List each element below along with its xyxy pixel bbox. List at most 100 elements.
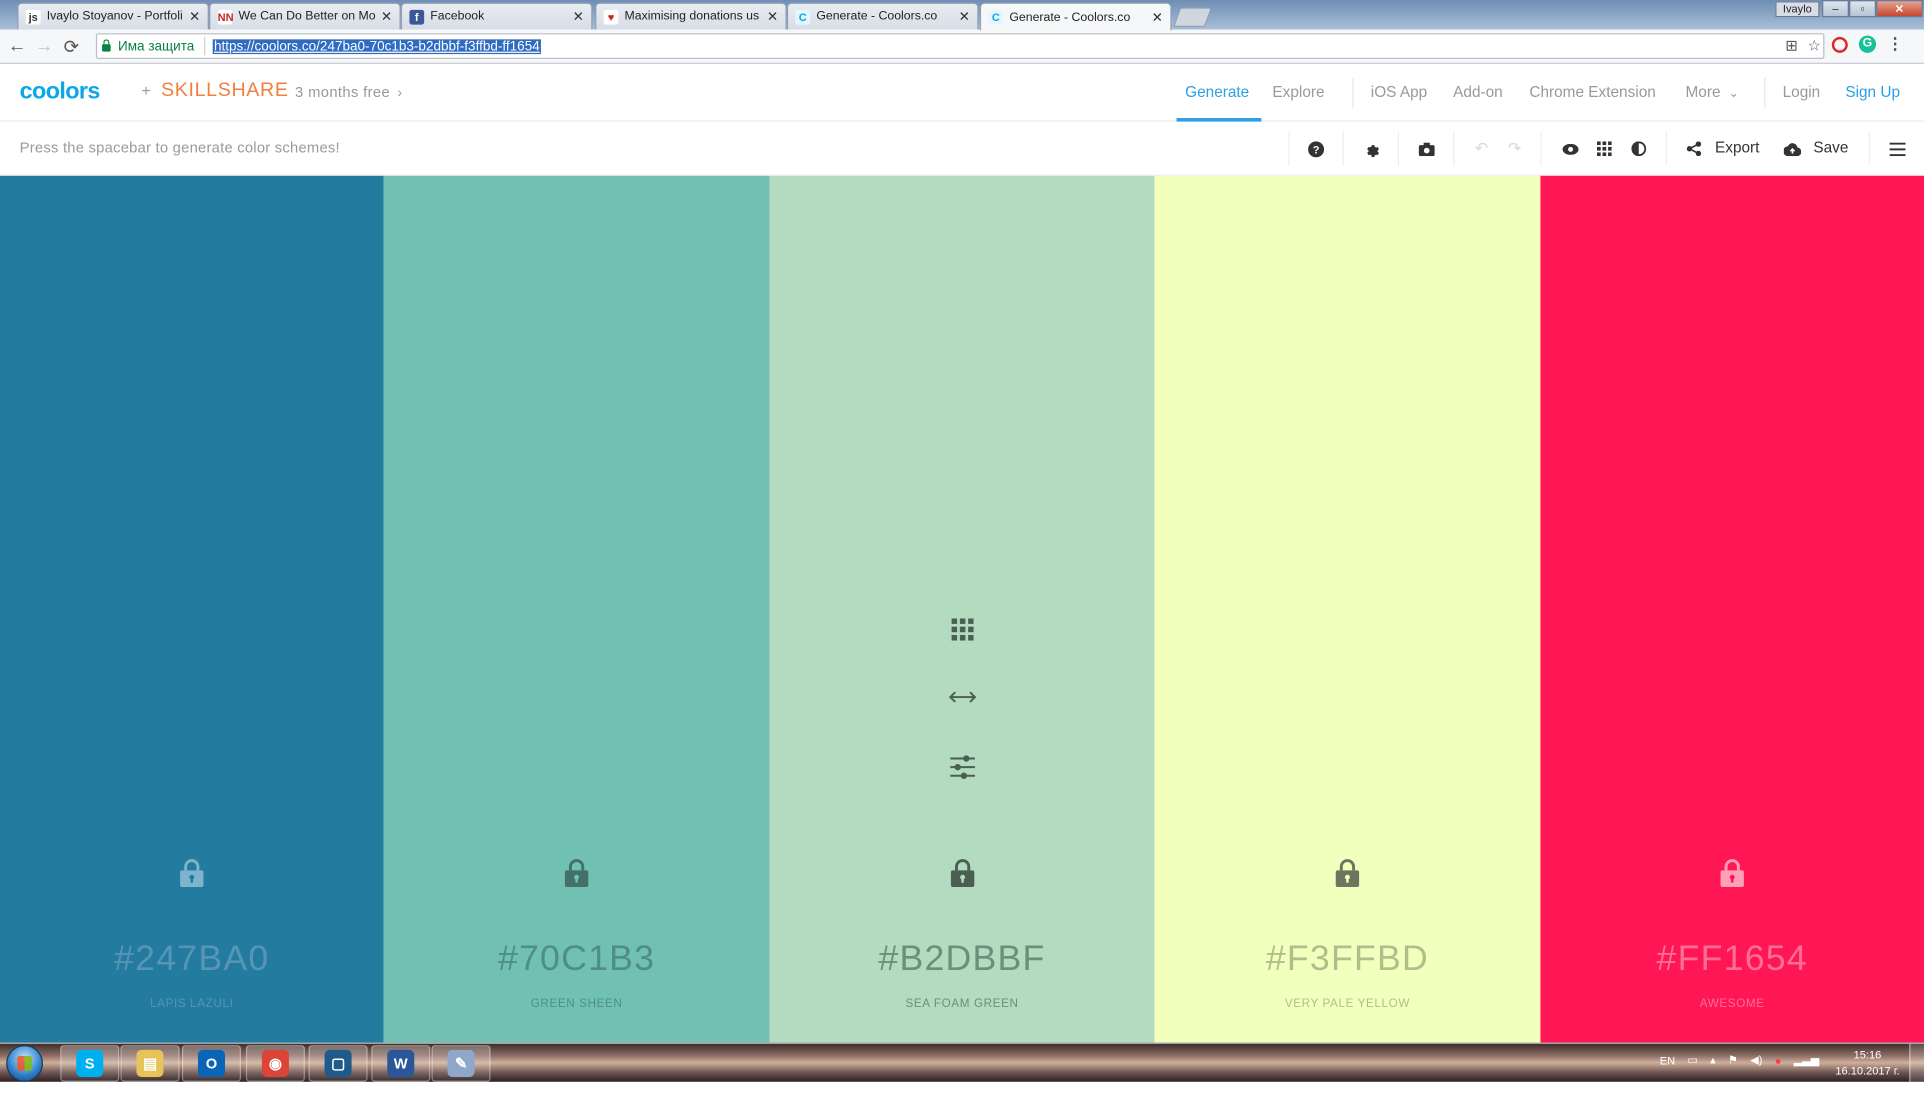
hex-code[interactable]: #70C1B3 xyxy=(384,939,770,980)
close-tab-icon[interactable]: ✕ xyxy=(573,9,584,25)
help-icon[interactable]: ? xyxy=(1306,139,1326,159)
export-button[interactable]: Export xyxy=(1715,139,1759,156)
color-column[interactable]: #247BA0 LAPIS LAZULI xyxy=(0,175,384,1043)
show-desktop-button[interactable] xyxy=(1909,1043,1924,1082)
browser-tab[interactable]: f Facebook ✕ xyxy=(400,2,593,30)
volume-icon[interactable]: ◀) xyxy=(1750,1054,1762,1068)
drag-arrows-icon[interactable] xyxy=(947,690,977,705)
hex-code[interactable]: #247BA0 xyxy=(0,939,384,980)
hex-code[interactable]: #F3FFBD xyxy=(1154,939,1540,980)
camera-icon[interactable] xyxy=(1416,139,1436,159)
close-tab-icon[interactable]: ✕ xyxy=(189,9,200,25)
spacebar-hint: Press the spacebar to generate color sch… xyxy=(19,138,340,157)
grammarly-extension-icon[interactable]: G xyxy=(1858,35,1877,53)
lock-icon[interactable] xyxy=(950,858,975,888)
opera-extension-icon[interactable] xyxy=(1831,36,1848,53)
lock-icon[interactable] xyxy=(1720,858,1745,888)
nav-explore[interactable]: Explore xyxy=(1272,84,1324,101)
share-icon[interactable] xyxy=(1684,139,1704,159)
toolbar-divider xyxy=(1453,131,1455,166)
address-bar[interactable]: Има защита https://coolors.co/247ba0-70c… xyxy=(95,33,1825,60)
antivirus-icon[interactable]: ● xyxy=(1775,1054,1782,1066)
window-controls: – ▫ ✕ xyxy=(1821,0,1923,18)
taskbar-app-button[interactable]: O xyxy=(181,1044,241,1082)
minimize-button[interactable]: – xyxy=(1821,0,1850,18)
maximize-button[interactable]: ▫ xyxy=(1849,0,1877,18)
lock-icon[interactable] xyxy=(1335,858,1360,888)
cloud-upload-icon[interactable] xyxy=(1783,139,1803,159)
color-column[interactable]: #B2DBBF SEA FOAM GREEN xyxy=(769,175,1155,1043)
language-indicator[interactable]: EN xyxy=(1660,1054,1675,1066)
nav-sign-up[interactable]: Sign Up xyxy=(1845,84,1900,101)
hamburger-menu-icon[interactable] xyxy=(1887,139,1907,159)
keyboard-icon[interactable]: ▭ xyxy=(1687,1054,1697,1068)
toolbar-divider xyxy=(1342,131,1344,166)
bookmark-star-icon[interactable]: ☆ xyxy=(1808,37,1821,54)
nn-icon: NN xyxy=(217,9,234,24)
browser-tab[interactable]: NN We Can Do Better on Mo ✕ xyxy=(208,2,401,30)
browser-tab[interactable]: js Ivaylo Stoyanov - Portfoli ✕ xyxy=(17,2,209,30)
close-window-button[interactable]: ✕ xyxy=(1876,0,1923,18)
color-column[interactable]: #70C1B3 GREEN SHEEN xyxy=(383,175,770,1043)
profile-button[interactable]: Ivaylo xyxy=(1775,1,1820,18)
color-name: AWESOME xyxy=(1699,997,1765,1011)
url-text[interactable]: https://coolors.co/247ba0-70c1b3-b2dbbf-… xyxy=(212,38,541,54)
hex-code[interactable]: #B2DBBF xyxy=(770,939,1155,980)
lock-icon[interactable] xyxy=(179,858,204,888)
action-center-flag-icon[interactable]: ⚑ xyxy=(1728,1054,1738,1068)
nav-more[interactable]: More ⌄ xyxy=(1686,84,1739,101)
adjust-sliders-icon[interactable] xyxy=(948,754,975,781)
browser-tab[interactable]: C Generate - Coolors.co ✕ xyxy=(786,2,979,30)
close-tab-icon[interactable]: ✕ xyxy=(959,9,970,25)
promo-link[interactable]: 3 months free › xyxy=(295,84,402,101)
grid-view-icon[interactable] xyxy=(1595,139,1615,159)
undo-icon[interactable]: ↶ xyxy=(1472,139,1492,159)
browser-tab[interactable]: C Generate - Coolors.co ✕ xyxy=(979,2,1172,31)
nav-add-on[interactable]: Add-on xyxy=(1453,84,1503,101)
nav-chrome-extension[interactable]: Chrome Extension xyxy=(1529,84,1655,101)
tab-title: Maximising donations us xyxy=(624,9,760,24)
lock-icon[interactable] xyxy=(564,858,589,888)
color-column[interactable]: #FF1654 AWESOME xyxy=(1540,175,1924,1043)
close-tab-icon[interactable]: ✕ xyxy=(1152,9,1163,25)
chrome-menu-icon[interactable]: ⋮ xyxy=(1887,34,1903,54)
taskbar-app-button[interactable]: ▤ xyxy=(120,1044,180,1082)
save-button[interactable]: Save xyxy=(1813,139,1848,156)
network-signal-icon[interactable]: ▂▃▅ xyxy=(1794,1054,1820,1068)
redo-icon[interactable]: ↷ xyxy=(1505,139,1525,159)
settings-gear-icon[interactable] xyxy=(1361,139,1381,159)
reload-button[interactable]: ⟳ xyxy=(58,33,85,60)
chevron-down-icon: ⌄ xyxy=(1728,87,1739,101)
translate-icon[interactable]: ⊞ xyxy=(1785,37,1797,54)
shades-grid-icon[interactable] xyxy=(950,618,974,641)
color-column[interactable]: #F3FFBD VERY PALE YELLOW xyxy=(1154,175,1541,1043)
back-button[interactable]: ← xyxy=(4,33,31,60)
adjust-palette-icon[interactable] xyxy=(1629,139,1649,159)
nav-generate[interactable]: Generate xyxy=(1185,84,1249,101)
taskbar-clock[interactable]: 15:16 16.10.2017 г. xyxy=(1829,1047,1905,1079)
new-tab-button[interactable] xyxy=(1172,7,1213,28)
taskbar-app-button[interactable]: W xyxy=(371,1044,431,1082)
taskbar-app-button[interactable]: ✎ xyxy=(431,1044,491,1082)
tray-expand-icon[interactable]: ▴ xyxy=(1710,1054,1716,1068)
nav-login[interactable]: Login xyxy=(1783,84,1821,101)
promo-text: 3 months free xyxy=(295,83,391,101)
taskbar-app-button[interactable]: S xyxy=(60,1044,120,1082)
start-button[interactable] xyxy=(6,1044,44,1082)
close-tab-icon[interactable]: ✕ xyxy=(767,9,778,25)
clock-time: 15:16 xyxy=(1853,1048,1882,1061)
browser-tab[interactable]: ♥ Maximising donations us ✕ xyxy=(595,2,787,30)
eye-icon[interactable] xyxy=(1560,139,1580,159)
hex-code[interactable]: #FF1654 xyxy=(1540,939,1924,980)
lock-icon xyxy=(102,38,111,52)
close-tab-icon[interactable]: ✕ xyxy=(381,9,392,25)
nav-ios-app[interactable]: iOS App xyxy=(1371,84,1427,101)
coolors-logo[interactable]: coolors xyxy=(20,79,101,106)
skillshare-logo[interactable]: SKILLSHARE xyxy=(161,80,289,102)
taskbar-app-button[interactable]: ▢ xyxy=(308,1044,368,1082)
toolbar-divider xyxy=(1288,131,1290,166)
forward-button[interactable]: → xyxy=(31,33,58,60)
system-tray: EN ▭ ▴ ⚑ ◀) ● ▂▃▅ xyxy=(1660,1054,1820,1068)
taskbar-app-button[interactable]: ◉ xyxy=(245,1044,305,1082)
secure-indicator[interactable]: Има защита xyxy=(97,36,206,56)
